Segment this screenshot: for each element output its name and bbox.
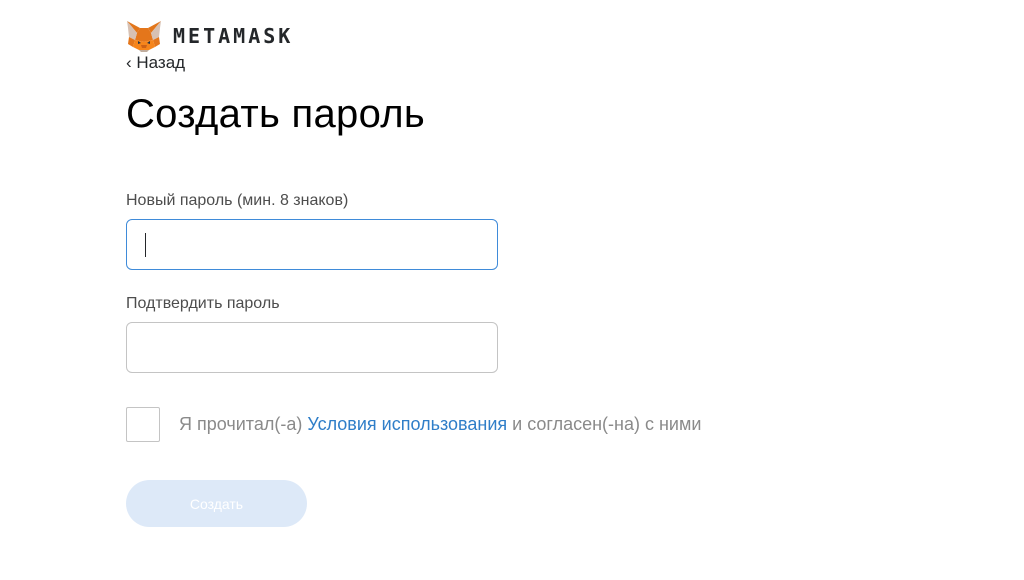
back-link[interactable]: ‹ Назад (126, 53, 185, 73)
create-password-page: METAMASK ‹ Назад Создать пароль Новый па… (0, 0, 1024, 580)
create-button[interactable]: Создать (126, 480, 307, 527)
terms-text-before: Я прочитал(-а) (179, 414, 308, 434)
terms-of-use-link[interactable]: Условия использования (307, 414, 507, 434)
text-caret (145, 233, 146, 257)
terms-row: Я прочитал(-а) Условия использования и с… (126, 406, 701, 443)
metamask-wordmark: METAMASK (173, 24, 294, 48)
new-password-label: Новый пароль (мин. 8 знаков) (126, 192, 349, 209)
terms-text-after: и согласен(-на) с ними (507, 414, 702, 434)
page-title: Создать пароль (126, 92, 426, 136)
terms-text: Я прочитал(-а) Условия использования и с… (179, 414, 701, 435)
terms-checkbox[interactable] (126, 407, 160, 442)
metamask-brand: METAMASK (126, 20, 293, 52)
confirm-password-label: Подтвердить пароль (126, 295, 280, 312)
metamask-fox-icon (127, 21, 161, 52)
confirm-password-input[interactable] (126, 322, 498, 373)
new-password-input[interactable] (126, 219, 498, 270)
